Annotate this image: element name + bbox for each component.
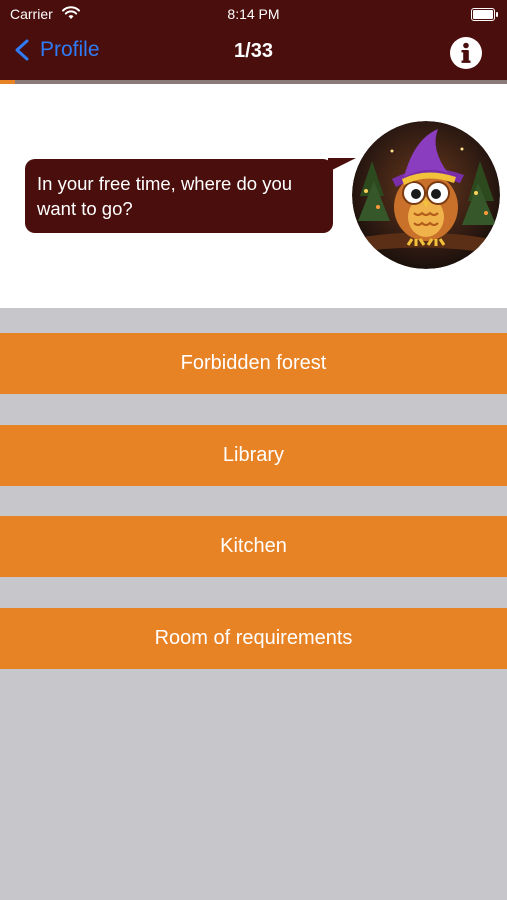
info-icon[interactable]	[449, 36, 483, 70]
question-text: In your free time, where do you want to …	[37, 173, 293, 219]
question-counter: 1/33	[234, 40, 273, 62]
question-panel: In your free time, where do you want to …	[0, 84, 507, 308]
top-bar: Carrier 8:14 PM Profile 1/33	[0, 0, 507, 80]
answer-option-3[interactable]: Kitchen	[0, 516, 507, 577]
battery-icon	[471, 8, 498, 21]
status-bar: Carrier 8:14 PM	[0, 0, 507, 28]
owl-wizard-avatar	[352, 121, 500, 269]
question-bubble: In your free time, where do you want to …	[25, 159, 333, 233]
bubble-tail	[328, 158, 356, 172]
navigation-bar: Profile 1/33	[0, 28, 507, 78]
answer-option-2[interactable]: Library	[0, 425, 507, 486]
clock: 8:14 PM	[227, 6, 280, 22]
answer-option-4[interactable]: Room of requirements	[0, 608, 507, 669]
answer-option-1[interactable]: Forbidden forest	[0, 333, 507, 394]
